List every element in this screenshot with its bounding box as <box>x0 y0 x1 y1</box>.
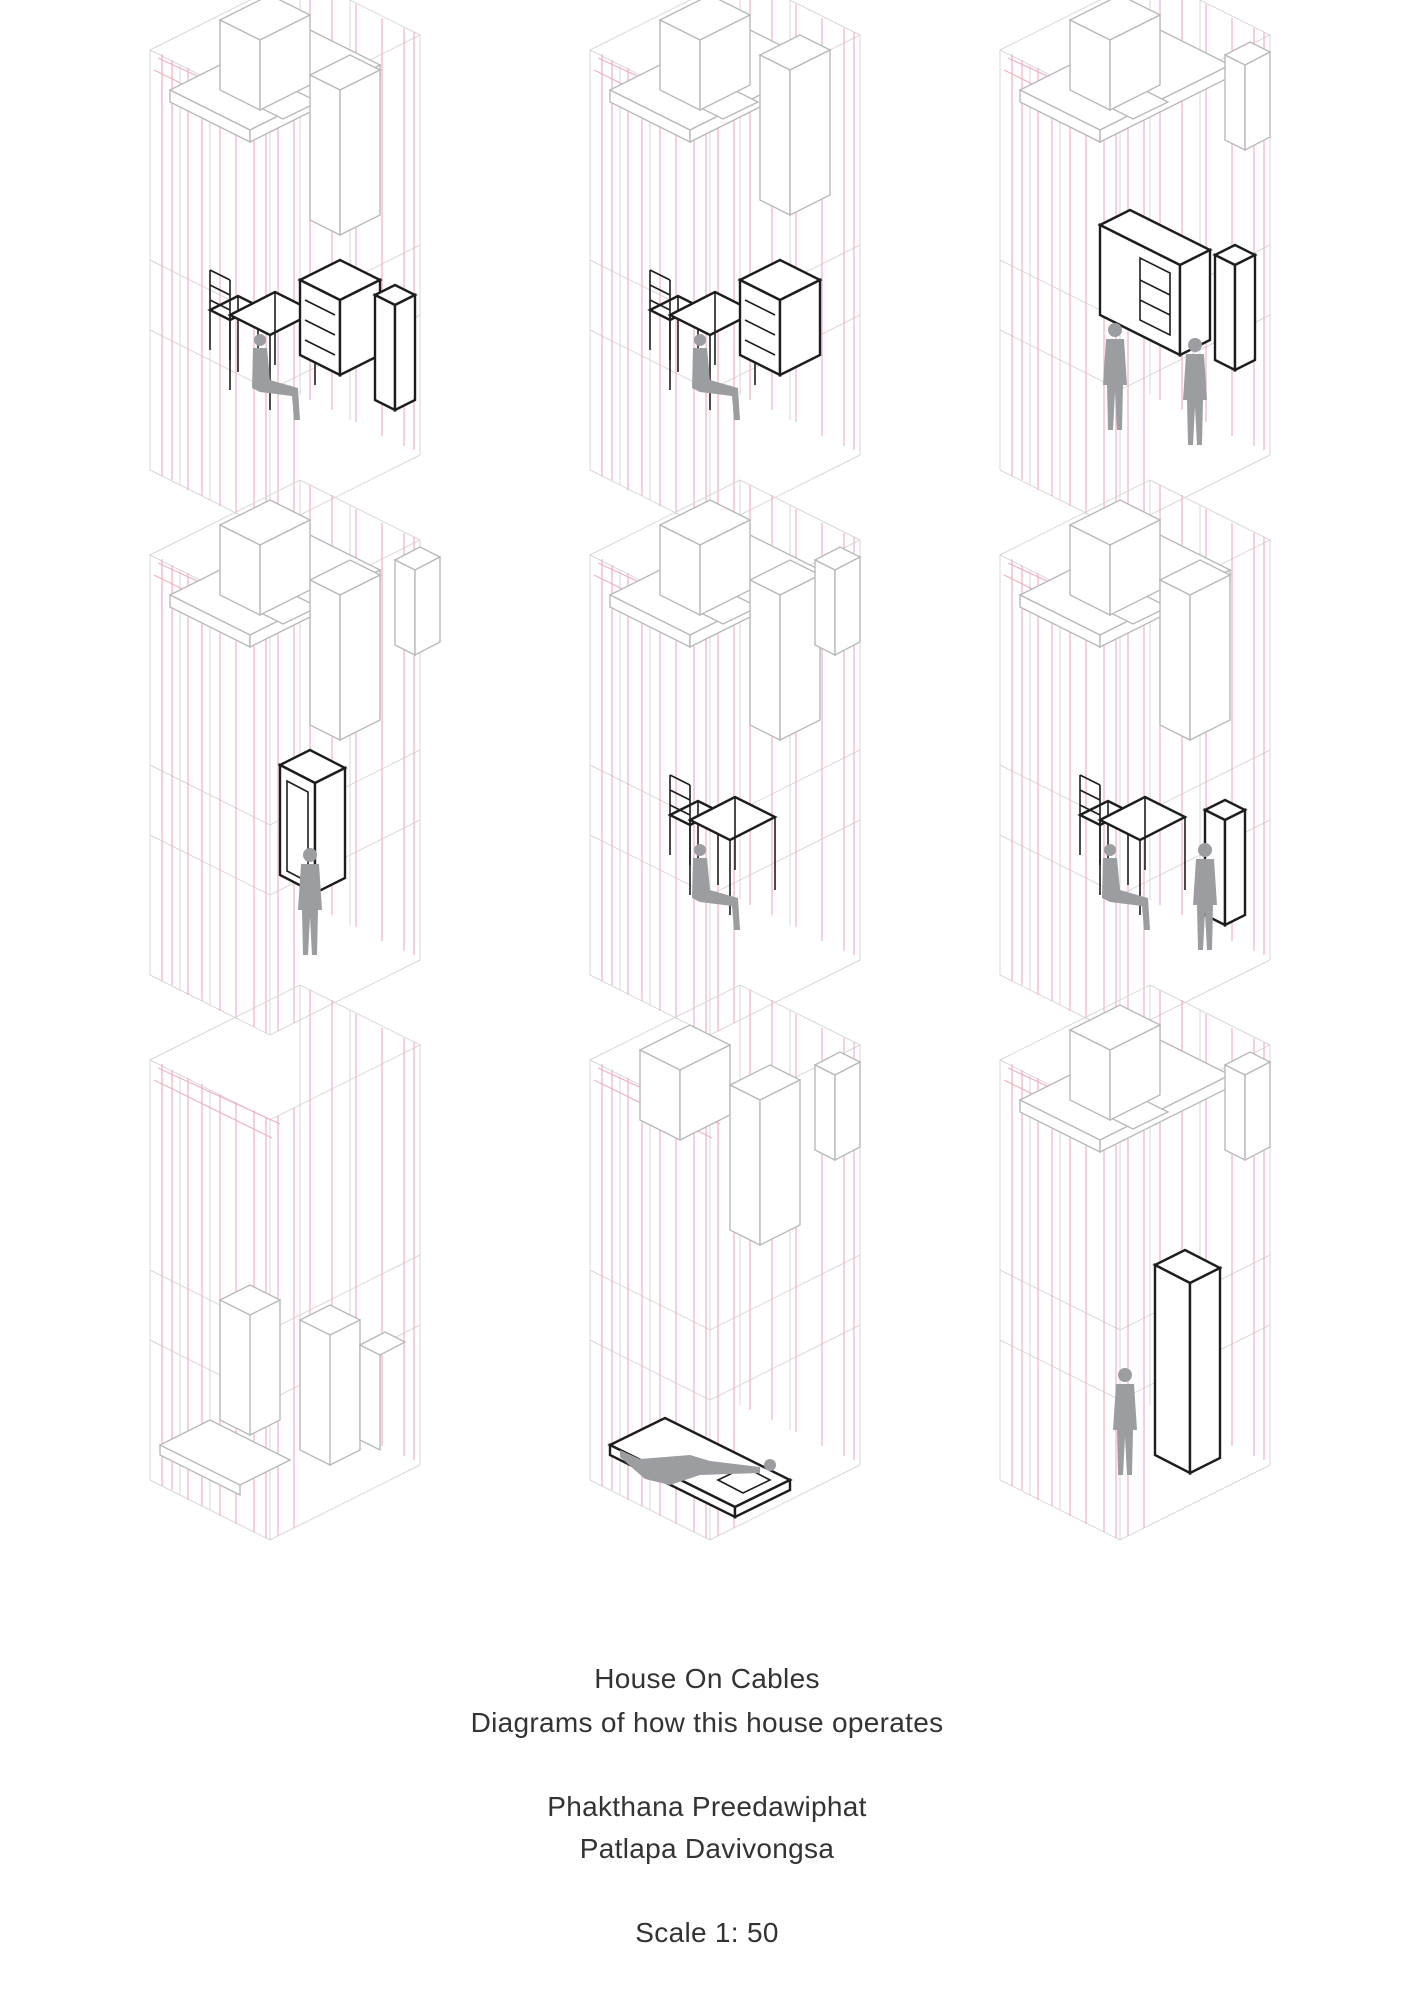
scale-label: Scale 1: 50 <box>635 1917 779 1948</box>
panel-2-dining <box>589 0 861 531</box>
panel-8-sleeping <box>589 984 861 1541</box>
author-1: Phakthana Preedawiphat <box>547 1791 867 1822</box>
panel-7-all-units-lowered <box>149 984 421 1541</box>
subtitle: Diagrams of how this house operates <box>470 1707 944 1738</box>
author-2: Patlapa Davivongsa <box>579 1833 835 1864</box>
axonometric-diagram-grid <box>149 0 1271 1541</box>
panel-3-wardrobe <box>999 0 1271 531</box>
panel-6-sitting-and-standing <box>999 479 1271 1036</box>
panel-5-sitting <box>589 479 861 1036</box>
title: House On Cables <box>594 1663 820 1694</box>
panel-1-dining-and-storage <box>149 0 421 531</box>
panel-9-standing-tower <box>999 984 1271 1541</box>
panel-4-shower <box>149 479 441 1036</box>
